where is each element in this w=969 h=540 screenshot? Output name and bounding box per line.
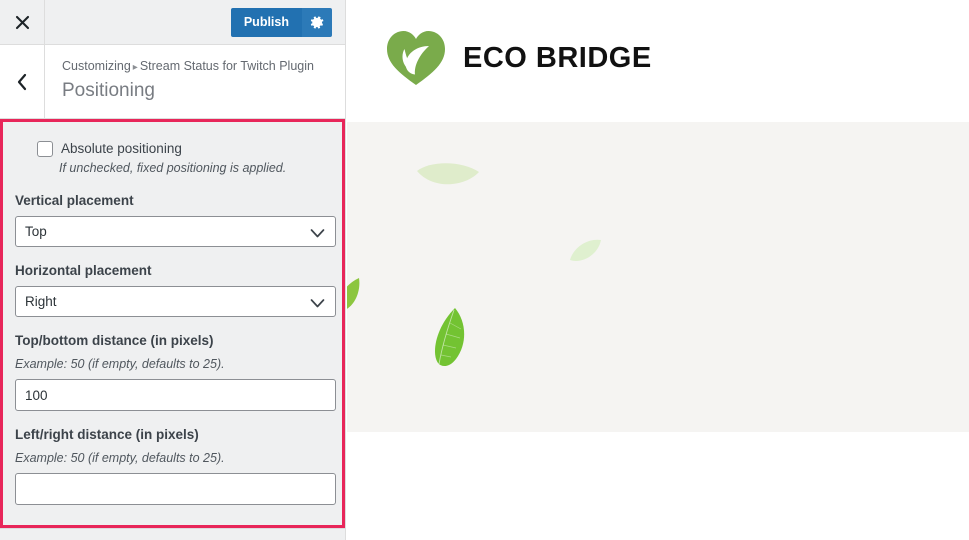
left-right-distance-label: Left/right distance (in pixels)	[15, 427, 199, 442]
top-bottom-distance-description: Example: 50 (if empty, defaults to 25).	[15, 357, 225, 371]
left-right-distance-input[interactable]	[15, 473, 336, 505]
section-titles: Customizing ▸ Stream Status for Twitch Plu…	[62, 58, 337, 105]
gear-icon[interactable]	[302, 8, 332, 37]
breadcrumb-root[interactable]: Customizing	[62, 59, 131, 73]
breadcrumb-separator-icon: ▸	[132, 62, 138, 73]
publish-button[interactable]: Publish	[230, 8, 302, 37]
horizontal-placement-value: Right	[25, 294, 57, 309]
site-branding[interactable]: ECO BRIDGE	[385, 29, 652, 87]
horizontal-placement-select[interactable]: Right	[15, 286, 336, 317]
chevron-down-icon	[310, 296, 325, 314]
leaf-pale-right-icon	[569, 238, 602, 269]
positioning-controls: Absolute positioning If unchecked, fixed…	[0, 119, 345, 528]
vertical-placement-select[interactable]: Top	[15, 216, 336, 247]
vertical-placement-label: Vertical placement	[15, 193, 134, 208]
absolute-positioning-row[interactable]: Absolute positioning	[15, 140, 330, 158]
heart-leaf-logo-icon	[385, 29, 447, 87]
leaf-pale-top-icon	[415, 162, 481, 199]
vertical-placement-value: Top	[25, 224, 47, 239]
close-icon[interactable]	[0, 0, 45, 44]
absolute-positioning-description: If unchecked, fixed positioning is appli…	[59, 161, 287, 175]
site-title: ECO BRIDGE	[463, 41, 652, 74]
horizontal-placement-label: Horizontal placement	[15, 263, 152, 278]
absolute-positioning-field: Absolute positioning If unchecked, fixed…	[15, 140, 330, 177]
left-right-distance-description: Example: 50 (if empty, defaults to 25).	[15, 451, 225, 465]
top-bottom-distance-label: Top/bottom distance (in pixels)	[15, 333, 214, 348]
customizer-screen: Publish Customizing ▸ Stream Status for Tw…	[0, 0, 969, 540]
leaf-green-center-icon	[432, 307, 469, 374]
section-header: Customizing ▸ Stream Status for Twitch Plu…	[0, 45, 345, 119]
breadcrumb: Customizing ▸ Stream Status for Twitch Plu…	[62, 58, 337, 76]
chevron-left-icon[interactable]	[0, 45, 45, 118]
breadcrumb-current[interactable]: Stream Status for Twitch Plugin	[140, 59, 314, 73]
customizer-panel: Publish Customizing ▸ Stream Status for Tw…	[0, 0, 346, 540]
site-header: ECO BRIDGE	[347, 0, 969, 122]
site-preview[interactable]: ECO BRIDGE	[347, 0, 969, 540]
top-bottom-distance-field: Top/bottom distance (in pixels) Example:…	[15, 332, 336, 411]
page-title: Positioning	[62, 80, 155, 101]
vertical-placement-field: Vertical placement Top	[15, 192, 336, 247]
chevron-down-icon	[310, 226, 325, 244]
leaf-green-edge-icon	[347, 277, 361, 316]
horizontal-placement-field: Horizontal placement Right	[15, 262, 336, 317]
top-bottom-distance-input[interactable]	[15, 379, 336, 411]
customizer-topbar: Publish	[0, 0, 345, 45]
absolute-positioning-checkbox[interactable]	[37, 141, 53, 157]
absolute-positioning-label[interactable]: Absolute positioning	[61, 140, 182, 158]
hero-section	[347, 122, 969, 432]
publish-group: Publish	[230, 8, 332, 37]
panel-footer-strip	[0, 528, 345, 540]
left-right-distance-field: Left/right distance (in pixels) Example:…	[15, 426, 336, 505]
